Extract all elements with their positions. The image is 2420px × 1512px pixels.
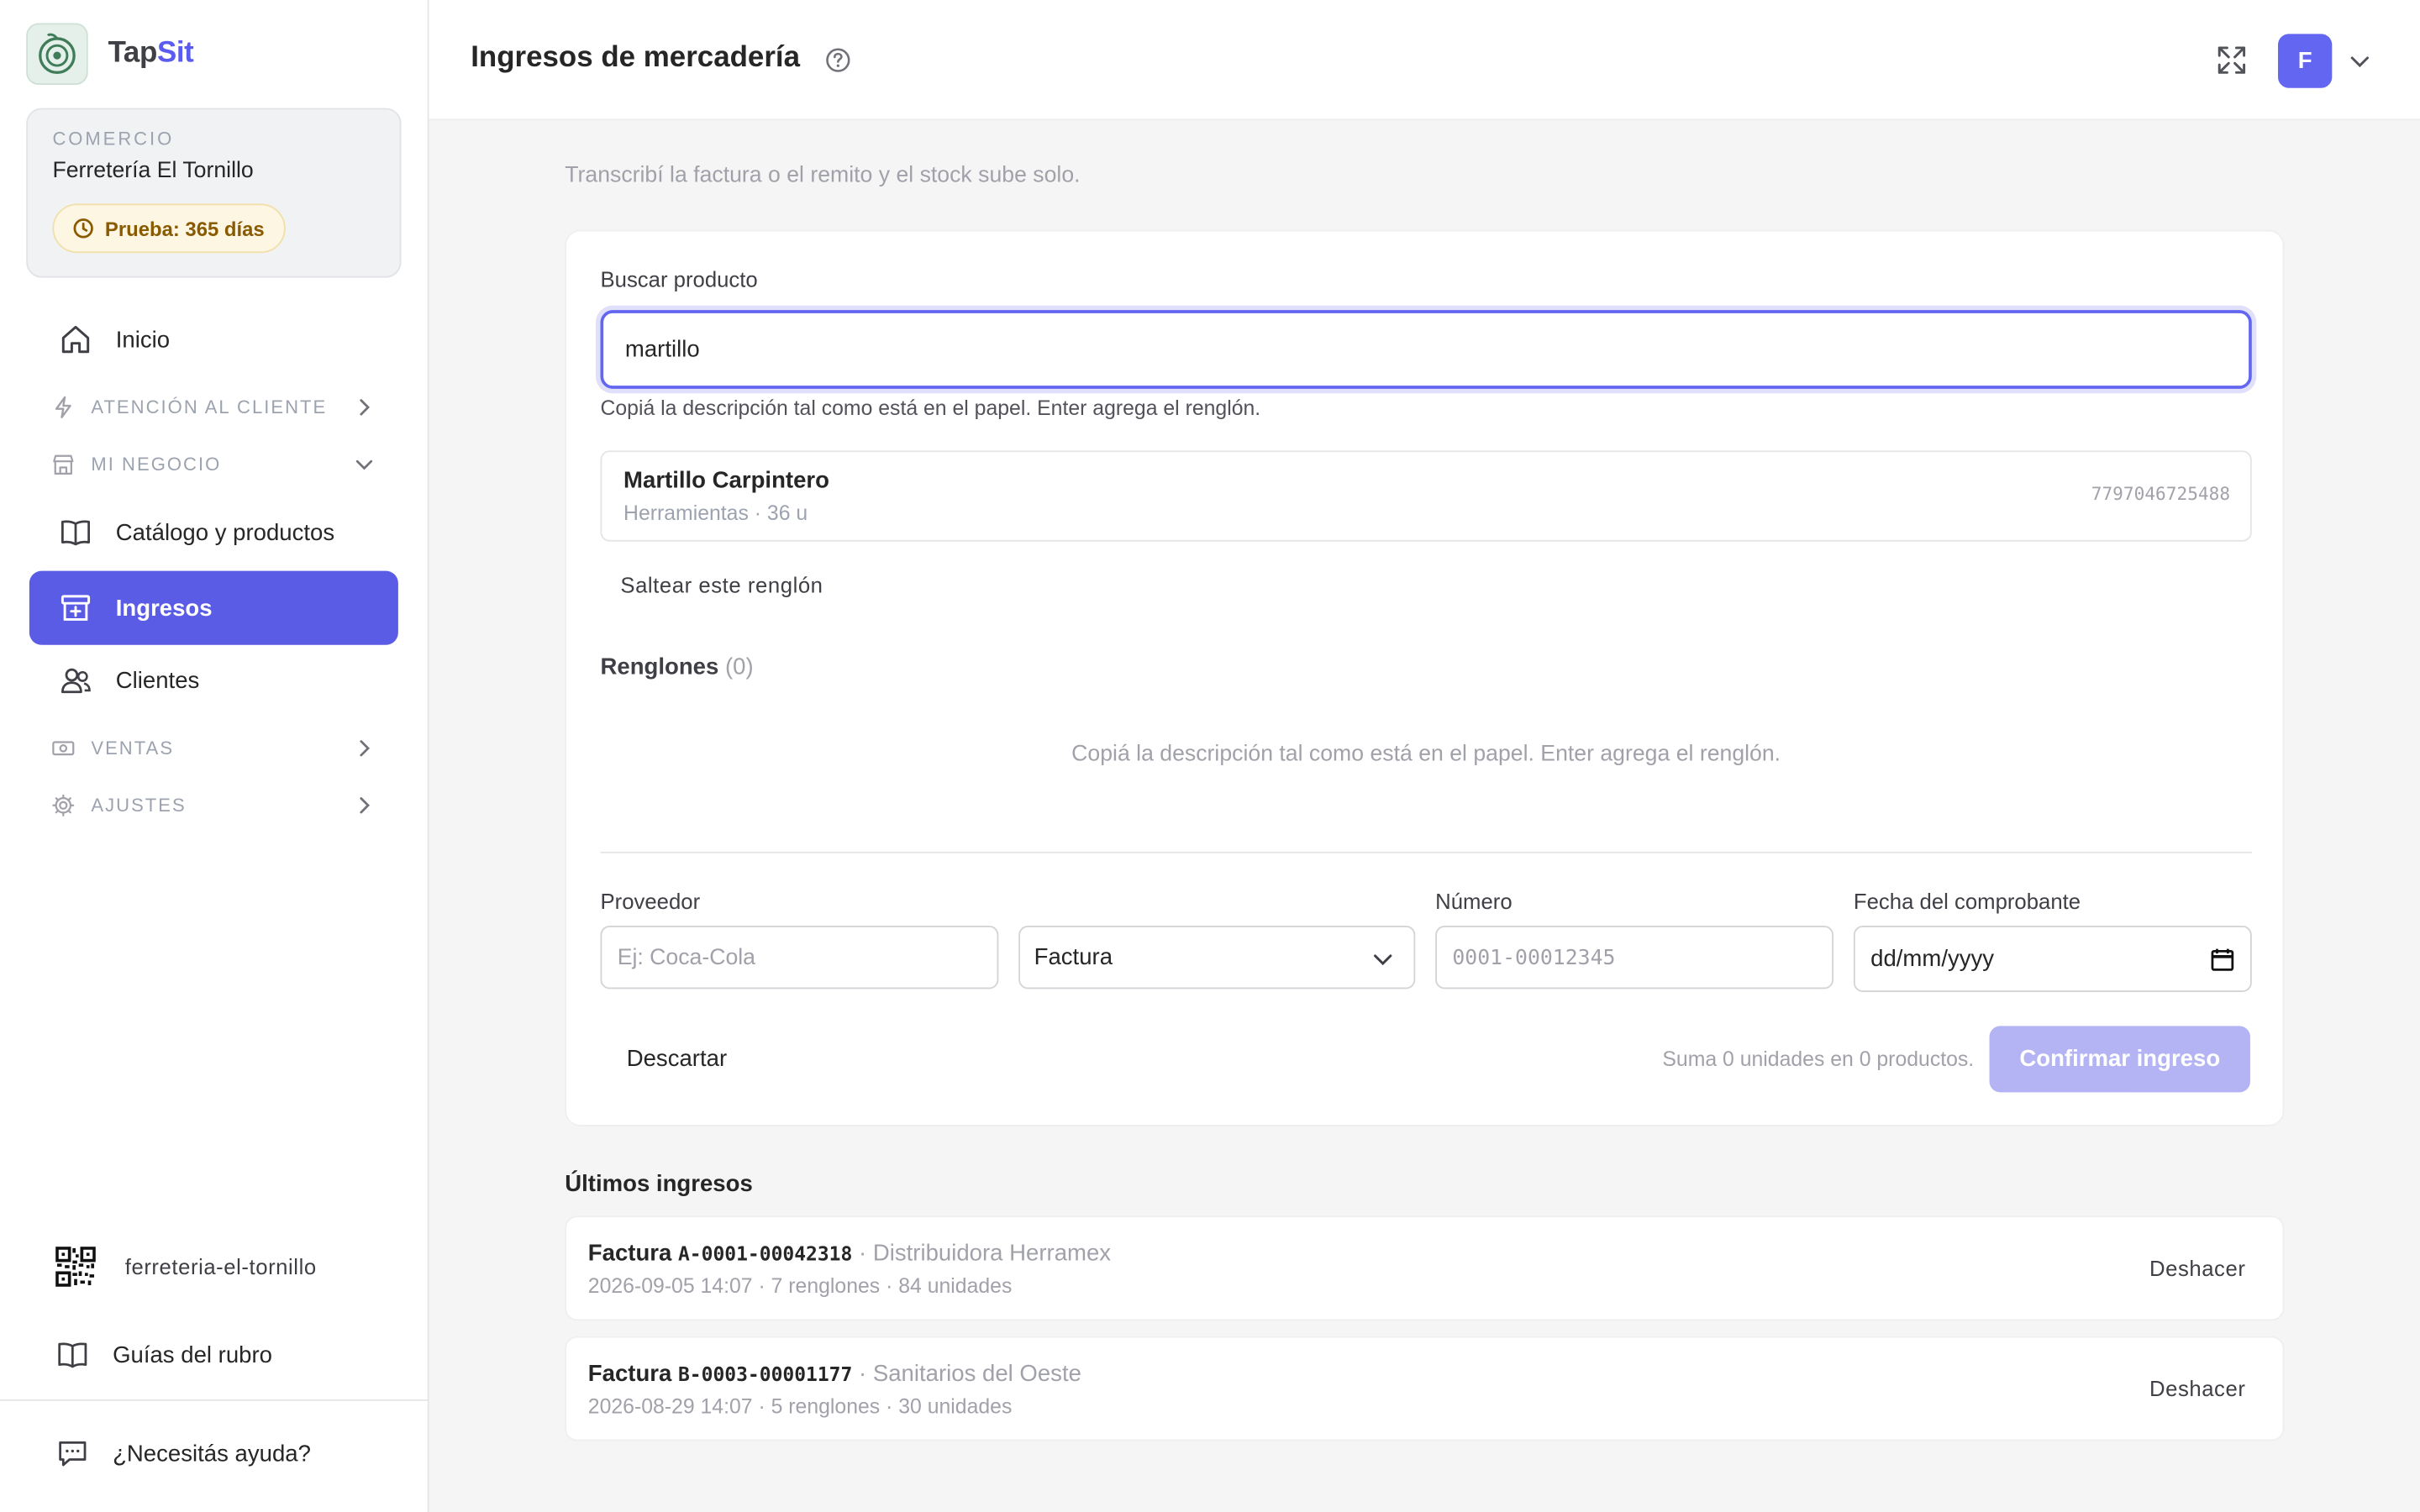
sidebar-divider	[0, 1399, 428, 1401]
result-product-meta: Herramientas · 36 u	[623, 501, 808, 525]
book-icon	[59, 515, 92, 549]
recent-ingreso-item: Factura A-0001-00042318 · Distribuidora …	[565, 1215, 2285, 1321]
undo-button[interactable]: Deshacer	[2149, 1376, 2245, 1400]
recent-doc-number: A-0001-00042318	[677, 1242, 853, 1266]
bolt-icon	[51, 395, 76, 419]
chevron-right-icon	[360, 399, 371, 416]
archive-plus-icon	[59, 591, 92, 624]
document-type-value: Factura	[1034, 944, 1113, 971]
chevron-right-icon	[360, 740, 371, 757]
document-date-input[interactable]: dd/mm/yyyy	[1853, 926, 2252, 993]
recent-doc-kind: Factura	[587, 1240, 672, 1267]
trial-badge: Prueba: 365 días	[52, 203, 287, 254]
search-result-item[interactable]: Martillo Carpintero Herramientas · 36 u …	[600, 450, 2252, 542]
date-label: Fecha del comprobante	[1853, 888, 2081, 914]
sidebar: TapSit COMERCIO Ferretería El Tornillo P…	[0, 0, 429, 1512]
brand[interactable]: TapSit	[26, 23, 194, 86]
recent-ingreso-meta: 2026-08-29 14:07 · 5 renglones · 30 unid…	[587, 1394, 1013, 1418]
recent-ingreso-heading: Factura A-0001-00042318 · Distribuidora …	[588, 1241, 1111, 1267]
document-type-select[interactable]: Factura	[1018, 926, 1416, 990]
chevron-down-icon[interactable]	[2348, 50, 2372, 82]
store-kicker: COMERCIO	[52, 128, 175, 150]
cash-icon	[51, 736, 76, 760]
date-placeholder: dd/mm/yyyy	[1870, 945, 1995, 973]
sidebar-item-ingresos[interactable]: Ingresos	[29, 570, 398, 645]
brand-logo-icon	[26, 23, 88, 86]
qr-code-icon	[55, 1247, 96, 1287]
document-number-input[interactable]	[1435, 926, 1834, 990]
supplier-input[interactable]	[600, 926, 999, 990]
brand-name: TapSit	[108, 37, 194, 70]
supplier-label: Proveedor	[600, 888, 701, 914]
discard-button[interactable]: Descartar	[627, 1046, 727, 1072]
home-icon	[59, 323, 92, 356]
sidebar-group-label: VENTAS	[91, 737, 175, 759]
recent-supplier: · Sanitarios del Oeste	[858, 1361, 1081, 1388]
page-title: Ingresos de mercadería	[471, 41, 801, 75]
store-card: COMERCIO Ferretería El Tornillo Prueba: …	[26, 108, 402, 278]
skip-line-button[interactable]: Saltear este renglón	[620, 572, 823, 596]
sidebar-item-inicio[interactable]: Inicio	[29, 302, 398, 376]
recent-ingresos-title: Últimos ingresos	[565, 1171, 753, 1198]
totals-summary: Suma 0 unidades en 0 productos.	[1662, 1047, 1975, 1071]
main-content: Ingresos de mercadería F Transcribí la f…	[429, 0, 2420, 1512]
sidebar-item-label: Ingresos	[115, 595, 213, 622]
sidebar-group-label: AJUSTES	[91, 794, 187, 816]
confirm-ingreso-button[interactable]: Confirmar ingreso	[1989, 1026, 2250, 1093]
clock-icon	[73, 218, 93, 239]
sidebar-item-label: Inicio	[115, 326, 171, 353]
chevron-down-icon	[355, 459, 373, 470]
help-label: ¿Necesitás ayuda?	[113, 1440, 311, 1467]
store-icon	[51, 452, 76, 476]
search-hint: Copiá la descripción tal como está en el…	[600, 396, 1261, 420]
ingreso-form-card: Buscar producto Copiá la descripción tal…	[565, 229, 2285, 1126]
chat-icon	[55, 1436, 89, 1470]
page-subtitle: Transcribí la factura o el remito y el s…	[565, 163, 1081, 189]
recent-ingreso-item: Factura B-0003-00001177 · Sanitarios del…	[565, 1336, 2285, 1441]
gear-icon	[51, 793, 76, 817]
help-link[interactable]: ¿Necesitás ayuda?	[29, 1422, 398, 1483]
book-icon	[55, 1337, 89, 1371]
form-divider	[600, 851, 2252, 853]
lines-title: Renglones (0)	[600, 654, 753, 680]
number-label: Número	[1435, 888, 1512, 914]
recent-supplier: · Distribuidora Herramex	[858, 1240, 1112, 1267]
calendar-icon[interactable]	[2210, 948, 2234, 972]
avatar[interactable]: F	[2278, 34, 2333, 88]
sidebar-group-label: MI NEGOCIO	[91, 454, 222, 475]
sidebar-group-ventas[interactable]: VENTAS	[29, 725, 398, 771]
lines-count: (0)	[725, 654, 754, 680]
undo-button[interactable]: Deshacer	[2149, 1256, 2245, 1280]
sidebar-group-atencion[interactable]: ATENCIÓN AL CLIENTE	[29, 384, 398, 430]
recent-ingreso-meta: 2026-09-05 14:07 · 7 renglones · 84 unid…	[587, 1274, 1013, 1298]
topbar: Ingresos de mercadería F	[429, 0, 2420, 121]
sidebar-group-mi-negocio[interactable]: MI NEGOCIO	[29, 441, 398, 487]
recent-ingreso-heading: Factura B-0003-00001177 · Sanitarios del…	[588, 1361, 1081, 1387]
result-barcode: 7797046725488	[2091, 482, 2231, 505]
fullscreen-icon[interactable]	[2215, 43, 2249, 85]
sidebar-item-guias[interactable]: Guías del rubro	[29, 1324, 398, 1385]
sidebar-group-label: ATENCIÓN AL CLIENTE	[91, 396, 328, 418]
chevron-right-icon	[360, 797, 371, 814]
sidebar-item-clientes[interactable]: Clientes	[29, 643, 398, 717]
sidebar-item-label: Clientes	[115, 667, 200, 694]
lines-title-label: Renglones	[600, 654, 719, 680]
help-circle-icon[interactable]	[824, 46, 852, 81]
trial-label: Prueba: 365 días	[104, 217, 265, 240]
result-product-name: Martillo Carpintero	[623, 467, 829, 494]
lines-empty-state: Copiá la descripción tal como está en el…	[1071, 742, 1781, 767]
sidebar-item-label: Guías del rubro	[113, 1341, 272, 1368]
recent-doc-number: B-0003-00001177	[677, 1362, 853, 1386]
chevron-down-icon	[1374, 954, 1392, 966]
sidebar-group-ajustes[interactable]: AJUSTES	[29, 782, 398, 828]
sidebar-item-label: Catálogo y productos	[115, 519, 335, 546]
recent-doc-kind: Factura	[587, 1361, 672, 1388]
search-label: Buscar producto	[600, 266, 758, 292]
sidebar-item-catalogo[interactable]: Catálogo y productos	[29, 496, 398, 570]
users-icon	[59, 664, 92, 697]
store-slug: ferreteria-el-tornillo	[124, 1254, 317, 1279]
store-name: Ferretería El Tornillo	[52, 159, 254, 184]
store-qr-link[interactable]: ferreteria-el-tornillo	[29, 1236, 398, 1297]
product-search-input[interactable]	[600, 310, 2252, 389]
